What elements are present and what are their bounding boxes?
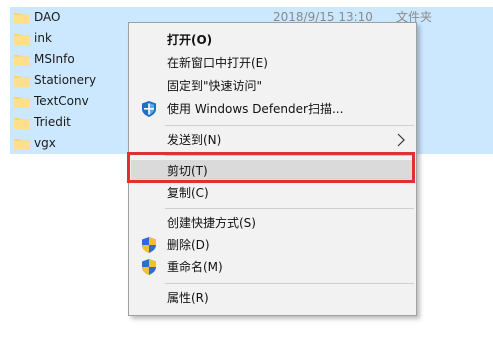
chevron-right-icon [397,133,405,147]
folder-icon [14,97,30,108]
menu-item-create-shortcut[interactable]: 创建快捷方式(S) [131,212,414,234]
file-name: Triedit [34,115,71,129]
file-name: TextConv [34,94,89,108]
menu-item-label: 发送到(N) [167,133,222,147]
file-name: ink [34,31,52,45]
menu-item-send-to[interactable]: 发送到(N) [131,129,414,151]
file-name: MSInfo [34,52,75,66]
folder-icon [14,34,30,45]
menu-item-properties[interactable]: 属性(R) [131,287,414,309]
file-name: vgx [34,136,56,150]
menu-item-label: 属性(R) [167,291,209,305]
uac-shield-icon [142,259,156,275]
menu-item-open-new-window[interactable]: 在新窗口中打开(E) [131,52,414,74]
menu-item-label: 打开(O) [167,33,213,47]
menu-item-label: 在新窗口中打开(E) [167,56,268,70]
menu-item-pin-quick-access[interactable]: 固定到"快速访问" [131,75,414,97]
menu-item-label: 删除(D) [167,238,210,252]
menu-item-open[interactable]: 打开(O) [131,29,414,51]
menu-item-copy[interactable]: 复制(C) [131,182,414,204]
menu-separator [165,208,414,209]
menu-separator [165,283,414,284]
file-name: DAO [34,10,61,24]
file-name: Stationery [34,73,97,87]
menu-item-label: 重命名(M) [167,260,223,274]
defender-shield-icon [142,101,156,117]
menu-item-defender-scan[interactable]: 使用 Windows Defender扫描... [131,98,414,120]
menu-item-label: 复制(C) [167,186,209,200]
folder-icon [14,118,30,129]
menu-item-rename[interactable]: 重命名(M) [131,256,414,278]
menu-item-delete[interactable]: 删除(D) [131,234,414,256]
menu-item-label: 使用 Windows Defender扫描... [167,102,344,116]
uac-shield-icon [142,237,156,253]
folder-icon [14,76,30,87]
folder-icon [14,55,30,66]
menu-item-label: 固定到"快速访问" [167,79,263,93]
folder-icon [14,139,30,150]
cut-highlight-callout [127,152,415,183]
menu-item-label: 创建快捷方式(S) [167,216,256,230]
folder-icon [14,13,30,24]
menu-separator [165,125,414,126]
